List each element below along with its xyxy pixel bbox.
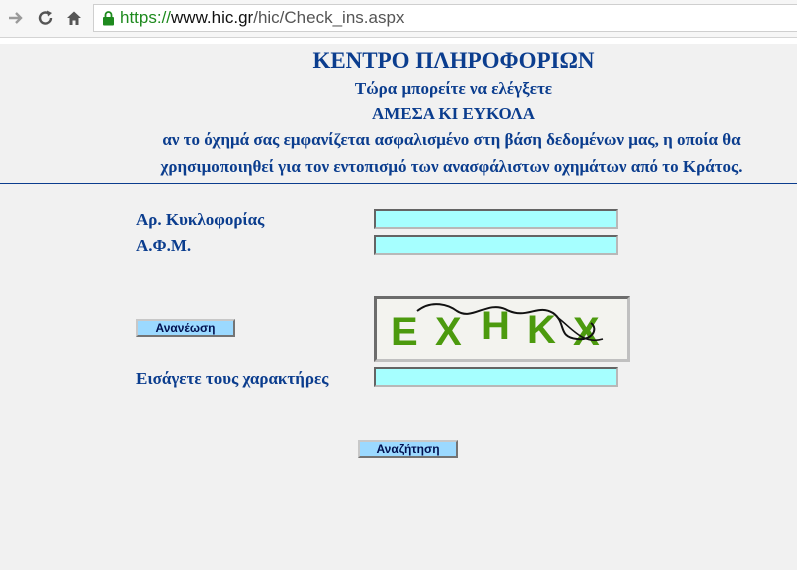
captcha-char: K [527, 308, 556, 352]
plate-label: Αρ. Κυκλοφορίας [136, 210, 265, 229]
captcha-image: E X H K X [374, 296, 630, 362]
captcha-char: H [481, 304, 510, 348]
plate-input[interactable] [374, 209, 618, 229]
reload-icon[interactable] [36, 8, 56, 28]
forward-icon[interactable] [6, 8, 26, 28]
browser-toolbar: https://www.hic.gr/hic/Check_ins.aspx [0, 0, 797, 38]
url-text: https://www.hic.gr/hic/Check_ins.aspx [120, 8, 404, 28]
captcha-input[interactable] [374, 367, 618, 387]
captcha-char: X [573, 310, 600, 354]
afm-label: Α.Φ.Μ. [136, 236, 192, 255]
url-path: /hic/Check_ins.aspx [253, 8, 405, 27]
lock-icon [102, 11, 115, 31]
afm-input[interactable] [374, 235, 618, 255]
page-top-strip [0, 38, 797, 44]
description-line-2: χρησιμοποιηθεί για τον εντοπισμό των ανα… [160, 157, 743, 176]
search-button[interactable]: Αναζήτηση [358, 440, 458, 458]
home-icon[interactable] [64, 8, 84, 28]
header-divider [0, 183, 797, 184]
captcha-char: E [391, 310, 418, 354]
captcha-char: X [435, 310, 462, 354]
url-host: www.hic.gr [171, 8, 254, 27]
subtitle-line-1: Τώρα μπορείτε να ελέγξετε [354, 79, 553, 98]
description-line-1: αν το όχημά σας εμφανίζεται ασφαλισμένο … [162, 130, 741, 149]
address-bar[interactable]: https://www.hic.gr/hic/Check_ins.aspx [93, 4, 797, 32]
url-scheme: https:// [120, 8, 172, 27]
subtitle-line-2: ΑΜΕΣΑ ΚΙ ΕΥΚΟΛΑ [371, 104, 535, 123]
captcha-label: Εισάγετε τους χαρακτήρες [136, 369, 329, 388]
refresh-captcha-button[interactable]: Ανανέωση [136, 319, 235, 337]
page-title: ΚΕΝΤΡΟ ΠΛΗΡΟΦΟΡΙΩΝ [312, 48, 595, 73]
